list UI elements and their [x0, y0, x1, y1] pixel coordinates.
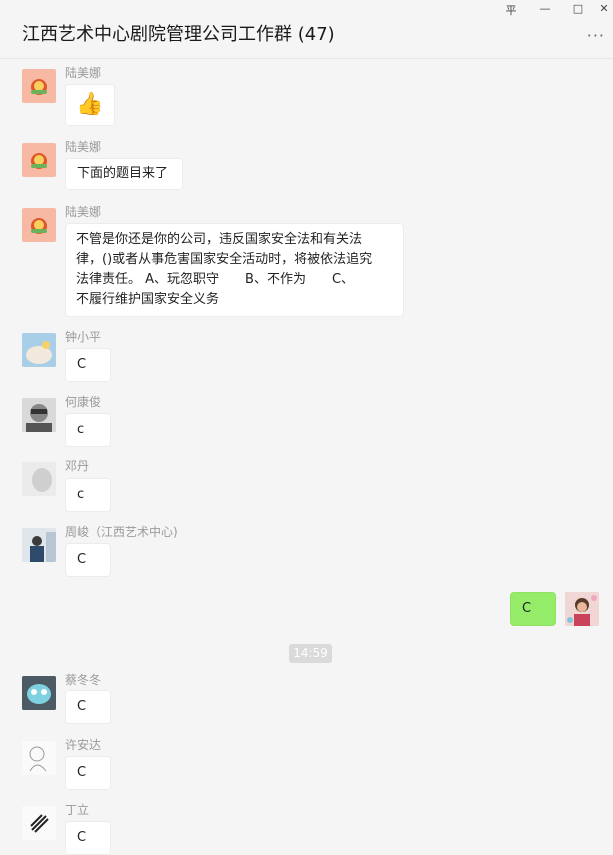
sender-name: 丁立: [65, 803, 90, 817]
message-line: 不管是你还是你的公司，违反国家安全法和有关法: [76, 232, 363, 247]
sender-name: 许安达: [65, 738, 102, 752]
avatar[interactable]: [22, 333, 56, 367]
chat-header: 江西艺术中心剧院管理公司工作群 (47) 平 — □ ✕ ···: [0, 0, 613, 59]
avatar[interactable]: [22, 462, 56, 496]
avatar[interactable]: [22, 143, 56, 177]
sender-name: 蔡冬冬: [65, 673, 102, 687]
avatar[interactable]: [22, 69, 56, 103]
pin-button[interactable]: 平: [502, 2, 520, 18]
sender-name: 邓丹: [65, 459, 90, 473]
sender-name: 周峻（江西艺术中心): [65, 525, 178, 539]
message-bubble[interactable]: 👍: [65, 84, 115, 126]
avatar[interactable]: [22, 806, 56, 840]
sender-name: 钟小平: [65, 330, 102, 344]
avatar[interactable]: [22, 528, 56, 562]
avatar[interactable]: [22, 208, 56, 242]
sender-name: 陆美娜: [65, 140, 102, 154]
message-bubble[interactable]: C: [65, 348, 111, 382]
message-line: 不履行维护国家安全义务: [76, 292, 220, 307]
avatar[interactable]: [22, 741, 56, 775]
time-divider: 14:59: [289, 644, 332, 663]
self-avatar[interactable]: [565, 592, 599, 626]
message-bubble[interactable]: C: [65, 756, 111, 790]
message-line: 法律责任。 A、玩忽职守 B、不作为 C、: [76, 272, 355, 287]
chat-title: 江西艺术中心剧院管理公司工作群 (47): [22, 24, 335, 45]
sender-name: 陆美娜: [65, 205, 102, 219]
sender-name: 何康俊: [65, 395, 102, 409]
message-bubble-self[interactable]: C: [510, 592, 556, 626]
message-bubble[interactable]: 不管是你还是你的公司，违反国家安全法和有关法 律，()或者从事危害国家安全活动时…: [65, 223, 404, 317]
sender-name: 陆美娜: [65, 66, 102, 80]
message-bubble[interactable]: c: [65, 478, 111, 512]
message-bubble[interactable]: C: [65, 821, 111, 855]
more-options-icon[interactable]: ···: [587, 26, 605, 45]
minimize-button[interactable]: —: [536, 2, 554, 15]
message-bubble[interactable]: C: [65, 690, 111, 724]
message-bubble[interactable]: 下面的题目来了: [65, 158, 183, 190]
message-bubble[interactable]: C: [65, 543, 111, 577]
maximize-button[interactable]: □: [569, 2, 587, 15]
message-line: 律，()或者从事危害国家安全活动时，将被依法追究: [76, 252, 373, 267]
avatar[interactable]: [22, 398, 56, 432]
message-bubble[interactable]: c: [65, 413, 111, 447]
avatar[interactable]: [22, 676, 56, 710]
close-button[interactable]: ✕: [595, 2, 613, 15]
